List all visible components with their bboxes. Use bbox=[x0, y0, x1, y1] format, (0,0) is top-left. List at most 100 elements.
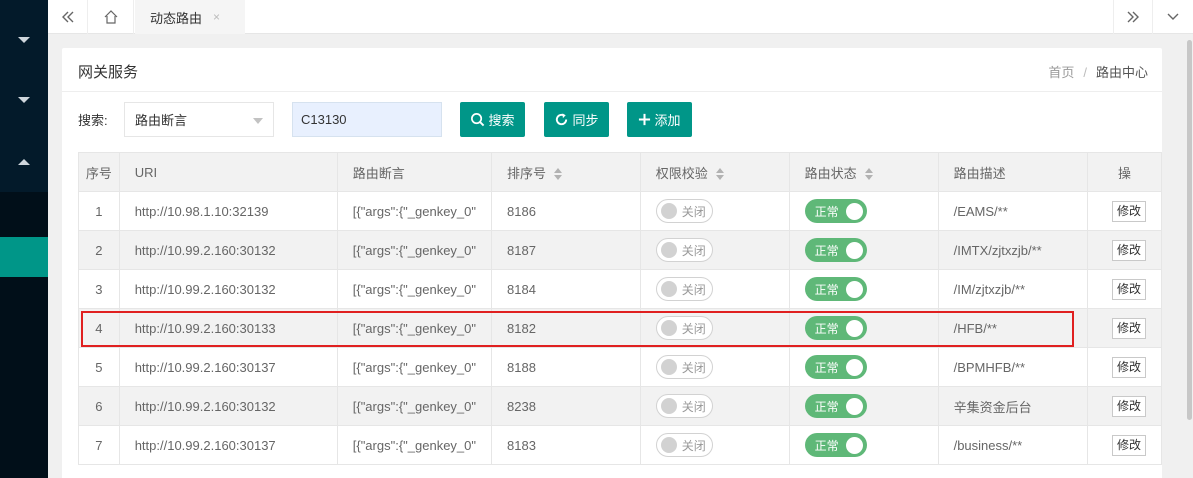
cell-status: 正常 bbox=[788, 230, 939, 270]
column-header-status[interactable]: 路由状态 bbox=[788, 152, 939, 192]
table-header-row: 序号 URI 路由断言 排序号 权限校验 路由状态 路由描述 操 bbox=[78, 152, 1162, 192]
auth-toggle[interactable]: 关闭 bbox=[655, 316, 713, 340]
cell-desc: /IMTX/zjtxzjb/** bbox=[937, 230, 1088, 270]
caret-down-icon bbox=[18, 37, 30, 43]
sort-icon[interactable] bbox=[864, 168, 873, 181]
cell-actions: 修改 bbox=[1086, 308, 1162, 348]
edit-button[interactable]: 修改 bbox=[1111, 356, 1146, 378]
chevron-down-icon bbox=[1167, 13, 1179, 20]
table-row: 6 http://10.99.2.160:30132 [{"args":{"_gen… bbox=[78, 386, 1162, 426]
cell-status: 正常 bbox=[788, 425, 939, 465]
sidebar-menu-2-toggle[interactable] bbox=[0, 80, 48, 120]
cell-desc: /IM/zjtxzjb/** bbox=[937, 269, 1088, 309]
cell-auth: 关闭 bbox=[639, 347, 790, 387]
cell-index: 4 bbox=[78, 308, 120, 348]
toggle-knob bbox=[660, 398, 677, 414]
close-icon[interactable]: × bbox=[213, 10, 220, 24]
search-icon bbox=[471, 113, 485, 127]
caret-down-icon bbox=[253, 118, 263, 124]
route-table: 序号 URI 路由断言 排序号 权限校验 路由状态 路由描述 操 1 http:/… bbox=[78, 152, 1162, 465]
edit-button[interactable]: 修改 bbox=[1111, 395, 1146, 417]
column-header-index: 序号 bbox=[78, 152, 120, 192]
search-button[interactable]: 搜索 bbox=[460, 102, 525, 137]
refresh-icon bbox=[556, 113, 568, 126]
column-header-desc: 路由描述 bbox=[937, 152, 1088, 192]
edit-button[interactable]: 修改 bbox=[1111, 200, 1146, 222]
toggle-knob bbox=[660, 281, 677, 297]
cell-predicate: [{"args":{"_genkey_0" bbox=[336, 230, 493, 270]
tab-dynamic-route[interactable]: 动态路由 × bbox=[135, 0, 245, 34]
status-toggle[interactable]: 正常 bbox=[804, 238, 867, 262]
auth-toggle[interactable]: 关闭 bbox=[655, 277, 713, 301]
breadcrumb-home-link[interactable]: 首页 bbox=[1048, 65, 1074, 80]
table-row: 4 http://10.99.2.160:30133 [{"args":{"_gen… bbox=[78, 308, 1162, 348]
toggle-knob bbox=[845, 436, 863, 454]
sort-icon[interactable] bbox=[715, 168, 724, 181]
cell-actions: 修改 bbox=[1086, 269, 1162, 309]
toggle-label: 关闭 bbox=[681, 204, 706, 219]
sidebar-item-active[interactable] bbox=[0, 237, 48, 277]
status-toggle[interactable]: 正常 bbox=[804, 277, 867, 301]
tab-scroll-right-button[interactable] bbox=[1113, 0, 1153, 34]
cell-uri: http://10.99.2.160:30133 bbox=[118, 308, 338, 348]
auth-toggle[interactable]: 关闭 bbox=[655, 394, 713, 418]
sort-icon[interactable] bbox=[554, 168, 563, 181]
toggle-label: 关闭 bbox=[681, 360, 706, 375]
cell-desc: /BPMHFB/** bbox=[937, 347, 1088, 387]
cell-uri: http://10.99.2.160:30137 bbox=[118, 425, 338, 465]
cell-status: 正常 bbox=[788, 269, 939, 309]
auth-toggle[interactable]: 关闭 bbox=[655, 199, 713, 223]
toggle-label: 关闭 bbox=[681, 399, 706, 414]
cell-order: 8186 bbox=[491, 191, 641, 231]
status-toggle[interactable]: 正常 bbox=[804, 316, 867, 340]
cell-index: 3 bbox=[78, 269, 120, 309]
tab-home[interactable] bbox=[88, 0, 134, 34]
status-toggle[interactable]: 正常 bbox=[804, 355, 867, 379]
toggle-knob bbox=[845, 358, 863, 376]
auth-toggle[interactable]: 关闭 bbox=[655, 433, 713, 457]
auth-toggle[interactable]: 关闭 bbox=[655, 238, 713, 262]
cell-order: 8184 bbox=[491, 269, 641, 309]
vertical-scrollbar[interactable] bbox=[1186, 34, 1193, 478]
status-toggle[interactable]: 正常 bbox=[804, 199, 867, 223]
tab-scroll-left-button[interactable] bbox=[48, 0, 88, 34]
status-toggle[interactable]: 正常 bbox=[804, 394, 867, 418]
sync-button[interactable]: 同步 bbox=[544, 102, 609, 137]
search-field-select[interactable]: 路由断言 bbox=[124, 102, 274, 137]
column-header-order[interactable]: 排序号 bbox=[491, 152, 641, 192]
home-icon bbox=[104, 10, 117, 24]
cell-index: 1 bbox=[78, 191, 120, 231]
edit-button[interactable]: 修改 bbox=[1111, 317, 1146, 339]
add-button[interactable]: 添加 bbox=[627, 102, 692, 137]
status-toggle[interactable]: 正常 bbox=[804, 433, 867, 457]
edit-button[interactable]: 修改 bbox=[1111, 278, 1146, 300]
toggle-knob bbox=[845, 397, 863, 415]
sidebar-menu-1-toggle[interactable] bbox=[0, 20, 48, 60]
column-header-auth[interactable]: 权限校验 bbox=[639, 152, 790, 192]
edit-button[interactable]: 修改 bbox=[1111, 434, 1146, 456]
toggle-label: 正常 bbox=[814, 282, 839, 297]
sidebar-submenu bbox=[0, 192, 48, 478]
cell-predicate: [{"args":{"_genkey_0" bbox=[336, 386, 493, 426]
cell-order: 8238 bbox=[491, 386, 641, 426]
cell-index: 2 bbox=[78, 230, 120, 270]
cell-status: 正常 bbox=[788, 347, 939, 387]
tab-menu-dropdown[interactable] bbox=[1153, 0, 1193, 34]
cell-auth: 关闭 bbox=[639, 269, 790, 309]
cell-predicate: [{"args":{"_genkey_0" bbox=[336, 308, 493, 348]
cell-actions: 修改 bbox=[1086, 386, 1162, 426]
search-input[interactable] bbox=[292, 102, 442, 137]
toggle-knob bbox=[660, 203, 677, 219]
plus-icon bbox=[639, 113, 651, 126]
breadcrumb-separator: / bbox=[1083, 65, 1087, 80]
table-row: 7 http://10.99.2.160:30137 [{"args":{"_gen… bbox=[78, 425, 1162, 465]
scrollbar-thumb[interactable] bbox=[1187, 40, 1192, 420]
double-chevron-right-icon bbox=[1127, 11, 1139, 23]
cell-desc: /business/** bbox=[937, 425, 1088, 465]
double-chevron-left-icon bbox=[61, 11, 73, 23]
edit-button[interactable]: 修改 bbox=[1111, 239, 1146, 261]
cell-predicate: [{"args":{"_genkey_0" bbox=[336, 191, 493, 231]
auth-toggle[interactable]: 关闭 bbox=[655, 355, 713, 379]
table-row: 5 http://10.99.2.160:30137 [{"args":{"_gen… bbox=[78, 347, 1162, 387]
sidebar-menu-3-toggle[interactable] bbox=[0, 142, 48, 182]
